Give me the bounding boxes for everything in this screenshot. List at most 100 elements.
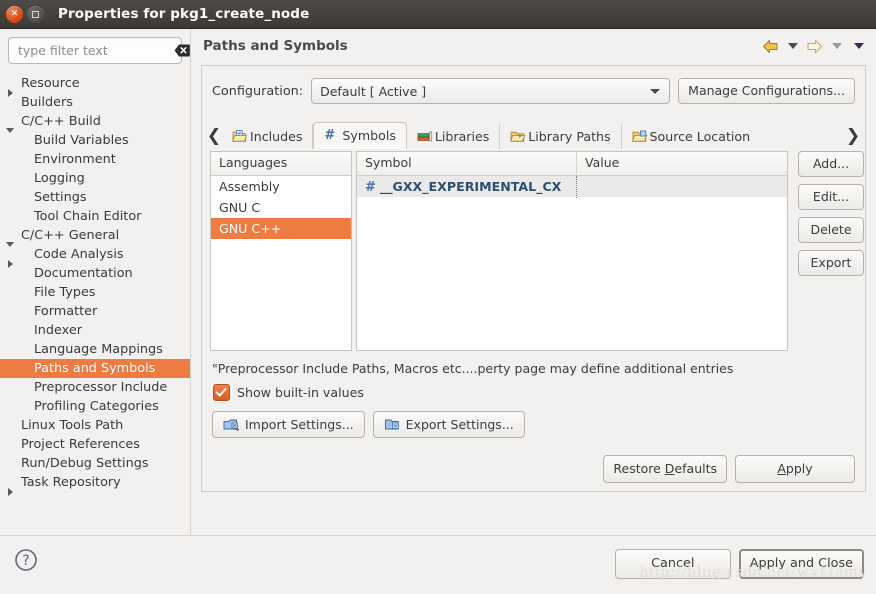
sidebar-item-label: Environment <box>34 152 116 167</box>
sidebar-item-label: Formatter <box>34 304 98 319</box>
forward-arrow-icon[interactable] <box>805 37 824 56</box>
column-header-value[interactable]: Value <box>577 152 787 175</box>
export-button[interactable]: Export <box>798 250 864 276</box>
back-history-chevron-down-icon[interactable] <box>783 37 802 56</box>
sidebar-item-indexer[interactable]: Indexer <box>0 321 190 340</box>
tab-list[interactable]: Includes # Symbols Libraries Library Paths So… <box>222 120 845 149</box>
language-row[interactable]: Assembly <box>211 176 351 197</box>
settings-content-pane: Paths and Symbols Configuration: Default… <box>190 29 876 536</box>
tab-scroll-left-icon[interactable]: ❮ <box>206 122 222 149</box>
import-settings-label: Import Settings... <box>245 417 354 432</box>
tab-libraries[interactable]: Libraries <box>407 124 501 149</box>
dialog-actions: Cancel Apply and Close <box>614 549 864 579</box>
close-icon[interactable]: ✕ <box>6 5 23 23</box>
sidebar-item-label: Run/Debug Settings <box>21 456 149 471</box>
chevron-down-glyph <box>787 43 798 49</box>
sidebar-item-label: Builders <box>21 95 73 110</box>
tab-label: Source Location <box>649 129 751 144</box>
tab-includes[interactable]: Includes <box>222 124 314 149</box>
sidebar-item-formatter[interactable]: Formatter <box>0 302 190 321</box>
books-icon <box>417 131 432 142</box>
show-builtin-values-row[interactable]: Show built-in values <box>202 376 865 401</box>
forward-history-chevron-down-icon[interactable] <box>827 37 846 56</box>
view-menu-chevron-down-icon[interactable] <box>849 37 868 56</box>
sidebar-item-build-variables[interactable]: Build Variables <box>0 131 190 150</box>
help-icon[interactable]: ? <box>14 548 38 572</box>
clear-icon[interactable] <box>174 44 190 57</box>
sidebar-item-label: Documentation <box>34 266 133 281</box>
manage-configurations-button[interactable]: Manage Configurations... <box>678 78 855 104</box>
sidebar-item-label: Logging <box>34 171 85 186</box>
tab-bar: ❮ Includes # Symbols Libraries Library Paths… <box>202 120 865 149</box>
sidebar-item-environment[interactable]: Environment <box>0 150 190 169</box>
sidebar-item-settings[interactable]: Settings <box>0 188 190 207</box>
properties-dialog: Resource Builders C/C++ Build Build Variabl… <box>0 29 876 594</box>
tab-scroll-right-icon[interactable]: ❯ <box>845 122 861 149</box>
tab-library-paths[interactable]: Library Paths <box>500 124 622 149</box>
back-arrow-icon[interactable] <box>761 37 780 56</box>
sidebar-item-project-references[interactable]: Project References <box>0 435 190 454</box>
sidebar-item-tool-chain-editor[interactable]: Tool Chain Editor <box>0 207 190 226</box>
sidebar-item-run-debug-settings[interactable]: Run/Debug Settings <box>0 454 190 473</box>
apply-and-close-button[interactable]: Apply and Close <box>738 549 864 579</box>
maximize-icon[interactable] <box>27 5 44 23</box>
sidebar-item-label: C/C++ Build <box>21 114 101 129</box>
sidebar-item-builders[interactable]: Builders <box>0 93 190 112</box>
column-header-symbol[interactable]: Symbol <box>357 152 577 175</box>
sidebar-item-label: File Types <box>34 285 96 300</box>
tab-source-location[interactable]: Source Location <box>622 124 761 149</box>
window-titlebar: ✕ Properties for pkg1_create_node <box>0 0 876 29</box>
symbol-name-cell: # __GXX_EXPERIMENTAL_CX <box>357 175 577 198</box>
symbols-table[interactable]: Symbol Value # __GXX_EXPERIMENTAL_CX <box>356 151 788 351</box>
folder-open-icon <box>510 131 526 142</box>
close-glyph: ✕ <box>10 8 19 19</box>
add-button[interactable]: Add... <box>798 151 864 177</box>
sidebar-item-language-mappings[interactable]: Language Mappings <box>0 340 190 359</box>
cancel-button[interactable]: Cancel <box>614 549 731 579</box>
symbol-row[interactable]: # __GXX_EXPERIMENTAL_CX <box>357 175 787 198</box>
sidebar-item-documentation[interactable]: Documentation <box>0 264 190 283</box>
filter-box[interactable] <box>8 37 190 64</box>
configuration-label: Configuration: <box>212 83 304 99</box>
sidebar-item-profiling-categories[interactable]: Profiling Categories <box>0 397 190 416</box>
edit-button[interactable]: Edit... <box>798 184 864 210</box>
show-builtin-values-label: Show built-in values <box>237 385 364 400</box>
sidebar-item-code-analysis[interactable]: Code Analysis <box>0 245 190 268</box>
restore-defaults-suffix: efaults <box>674 461 717 476</box>
hash-icon: # <box>365 179 376 195</box>
delete-button[interactable]: Delete <box>798 217 864 243</box>
export-settings-button[interactable]: Export Settings... <box>372 411 525 438</box>
sidebar-item-paths-and-symbols[interactable]: Paths and Symbols <box>0 359 190 378</box>
symbols-rows[interactable]: # __GXX_EXPERIMENTAL_CX <box>357 175 787 198</box>
restore-defaults-prefix: Restore <box>613 461 665 476</box>
sidebar-item-preprocessor-include[interactable]: Preprocessor Include <box>0 378 190 397</box>
symbols-table-header: Symbol Value <box>357 152 787 176</box>
tab-symbols[interactable]: # Symbols <box>313 122 407 149</box>
sidebar-item-logging[interactable]: Logging <box>0 169 190 188</box>
language-row[interactable]: GNU C <box>211 197 351 218</box>
preprocessor-note: "Preprocessor Include Paths, Macros etc.… <box>212 361 734 376</box>
svg-text:?: ? <box>22 553 29 569</box>
sidebar-item-task-repository[interactable]: Task Repository <box>0 473 190 496</box>
configuration-select[interactable]: Default [ Active ] <box>311 78 671 104</box>
configuration-row: Configuration: Default [ Active ] Manage… <box>202 66 865 112</box>
export-settings-label: Export Settings... <box>405 417 514 432</box>
chevron-down-glyph <box>853 43 864 49</box>
languages-rows[interactable]: Assembly GNU C GNU C++ <box>211 176 351 239</box>
folder-include-icon <box>232 130 247 142</box>
sidebar-item-c-c-general[interactable]: C/C++ General <box>0 226 190 247</box>
sidebar-item-linux-tools-path[interactable]: Linux Tools Path <box>0 416 190 435</box>
show-builtin-values-checkbox[interactable] <box>213 384 230 401</box>
restore-defaults-button[interactable]: Restore Defaults <box>603 455 727 483</box>
language-row[interactable]: GNU C++ <box>211 218 351 239</box>
search-input[interactable] <box>18 43 174 58</box>
restore-defaults-mnemonic: D <box>664 461 675 476</box>
import-settings-button[interactable]: Import Settings... <box>212 411 365 438</box>
apply-button[interactable]: Apply <box>735 455 855 483</box>
settings-tree[interactable]: Resource Builders C/C++ Build Build Variabl… <box>0 72 190 536</box>
languages-table[interactable]: Languages Assembly GNU C GNU C++ <box>210 151 352 351</box>
import-settings-icon <box>223 419 240 431</box>
sidebar-item-file-types[interactable]: File Types <box>0 283 190 302</box>
sidebar-item-c-c-build[interactable]: C/C++ Build <box>0 112 190 133</box>
sidebar-item-resource[interactable]: Resource <box>0 74 190 97</box>
